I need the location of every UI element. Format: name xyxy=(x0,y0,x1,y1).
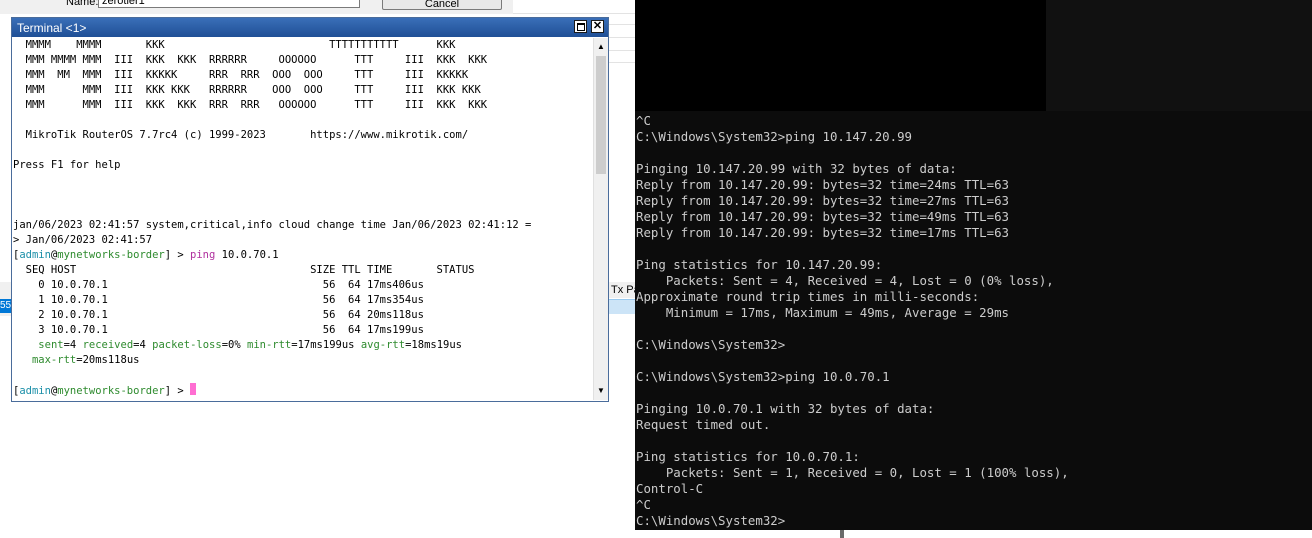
prompt-arg: 10.0.70.1 xyxy=(215,249,279,261)
cmd-line: Ping statistics for 10.0.70.1: xyxy=(636,449,860,464)
ping-row: 3 10.0.70.1 56 64 17ms199us xyxy=(13,324,424,336)
terminal-title: Terminal <1> xyxy=(17,21,87,35)
ping-stats-max: max-rtt=20ms118us xyxy=(31,354,140,366)
name-label: Name: xyxy=(66,0,99,8)
cmd-line: Reply from 10.147.20.99: bytes=32 time=1… xyxy=(636,225,1009,240)
terminal-window[interactable]: Terminal <1> ✕ MMMM MMMM KKK TTTTTTTTTTT… xyxy=(11,17,609,402)
cancel-button[interactable]: Cancel xyxy=(382,0,502,10)
version-line: MikroTik RouterOS 7.7rc4 (c) 1999-2023 h… xyxy=(13,129,469,141)
banner-line: MMM MMM III KKK KKK RRR RRR OOOOOO TTT I… xyxy=(13,99,488,111)
cmd-line: Pinging 10.147.20.99 with 32 bytes of da… xyxy=(636,161,957,176)
command-prompt-active[interactable]: [admin@mynetworks-border] > xyxy=(13,383,593,398)
cmd-line: Pinging 10.0.70.1 with 32 bytes of data: xyxy=(636,401,935,416)
scroll-up-arrow-icon[interactable]: ▲ xyxy=(594,40,608,54)
cmd-top-area xyxy=(635,0,1046,111)
background-dialog: Name: zerotier1 Cancel xyxy=(0,0,514,14)
cmd-window[interactable]: ^C C:\Windows\System32>ping 10.147.20.99 P… xyxy=(635,0,1312,530)
selected-row-left-fragment[interactable]: 55 xyxy=(0,299,11,313)
cmd-line: Ping statistics for 10.147.20.99: xyxy=(636,257,883,272)
banner-line: MMMM MMMM KKK TTTTTTTTTTT KKK xyxy=(13,39,456,51)
desktop-strip xyxy=(635,530,1312,538)
cmd-line: C:\Windows\System32>ping 10.147.20.99 xyxy=(636,129,913,144)
terminal-output[interactable]: MMMM MMMM KKK TTTTTTTTTTT KKK MMM MMMM M… xyxy=(13,38,593,400)
ping-table-header: SEQ HOST SIZE TTL TIME STATUS xyxy=(13,264,475,276)
log-line: > Jan/06/2023 02:41:57 xyxy=(13,234,153,246)
terminal-scrollbar[interactable]: ▲ ▼ xyxy=(593,38,608,400)
selected-row-fragment[interactable] xyxy=(608,299,636,314)
cmd-line: Reply from 10.147.20.99: bytes=32 time=4… xyxy=(636,209,1009,224)
cmd-line: ^C xyxy=(636,497,651,512)
ping-row: 1 10.0.70.1 56 64 17ms354us xyxy=(13,294,424,306)
cmd-line: Minimum = 17ms, Maximum = 49ms, Average … xyxy=(636,305,1009,320)
maximize-icon[interactable] xyxy=(574,20,587,33)
cmd-line xyxy=(636,241,1069,257)
command-prompt: [admin@mynetworks-border] > ping 10.0.70… xyxy=(13,249,279,261)
ping-stats: sent=4 received=4 packet-loss=0% min-rtt… xyxy=(38,339,462,351)
cmd-line: Reply from 10.147.20.99: bytes=32 time=2… xyxy=(636,177,1009,192)
taskbar-divider xyxy=(840,530,844,538)
cmd-line: C:\Windows\System32> xyxy=(636,513,786,528)
name-field[interactable]: zerotier1 xyxy=(98,0,360,8)
cmd-line: Reply from 10.147.20.99: bytes=32 time=2… xyxy=(636,193,1009,208)
cmd-line: C:\Windows\System32>ping 10.0.70.1 xyxy=(636,369,890,384)
cmd-line: ^C xyxy=(636,113,651,128)
banner-line: MMM MM MMM III KKKKK RRR RRR OOO OOO TTT… xyxy=(13,69,469,81)
cmd-line xyxy=(636,321,1069,337)
divider xyxy=(513,13,635,14)
cmd-line: Control-C xyxy=(636,481,704,496)
banner-line: MMM MMMM MMM III KKK KKK RRRRRR OOOOOO T… xyxy=(13,54,488,66)
cmd-line xyxy=(636,385,1069,401)
cmd-line: Packets: Sent = 4, Received = 4, Lost = … xyxy=(636,273,1054,288)
scrollbar-thumb[interactable] xyxy=(596,56,606,174)
text-cursor xyxy=(190,383,197,395)
help-line: Press F1 for help xyxy=(13,159,121,171)
cmd-top-area-gray xyxy=(1046,0,1312,111)
cmd-line: Request timed out. xyxy=(636,417,771,432)
cmd-line xyxy=(636,353,1069,369)
log-line: jan/06/2023 02:41:57 system,critical,inf… xyxy=(13,219,532,231)
tx-packets-column-header[interactable]: Tx Pac xyxy=(608,282,636,298)
ping-row: 2 10.0.70.1 56 64 20ms118us xyxy=(13,309,424,321)
terminal-titlebar[interactable]: Terminal <1> ✕ xyxy=(12,18,608,37)
scroll-down-arrow-icon[interactable]: ▼ xyxy=(594,384,608,398)
banner-line: MMM MMM III KKK KKK RRRRRR OOO OOO TTT I… xyxy=(13,84,481,96)
ping-row: 0 10.0.70.1 56 64 17ms406us xyxy=(13,279,424,291)
cmd-line xyxy=(636,145,1069,161)
cmd-output[interactable]: ^C C:\Windows\System32>ping 10.147.20.99 P… xyxy=(636,113,1069,529)
close-icon[interactable]: ✕ xyxy=(591,20,604,33)
cmd-line xyxy=(636,433,1069,449)
cmd-line: C:\Windows\System32> xyxy=(636,337,786,352)
cmd-line: Packets: Sent = 1, Received = 0, Lost = … xyxy=(636,465,1069,480)
prompt-command: ping xyxy=(190,249,216,261)
prompt-user: admin xyxy=(19,249,51,261)
cmd-line: Approximate round trip times in milli-se… xyxy=(636,289,980,304)
prompt-host: mynetworks-border xyxy=(57,249,165,261)
